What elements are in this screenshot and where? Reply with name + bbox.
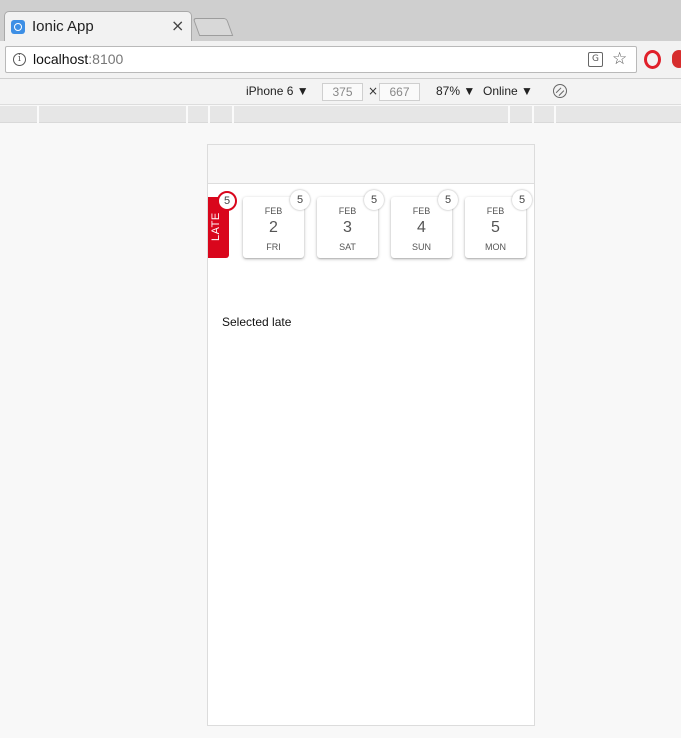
day-number: 5 [491, 219, 500, 236]
ruler-divider [554, 106, 556, 123]
day-weekday: MON [485, 242, 506, 252]
address-bar[interactable]: i localhost:8100 G ☆ [5, 46, 637, 73]
selected-text: Selected late [222, 315, 292, 329]
day-weekday: SAT [339, 242, 356, 252]
ruler-divider [532, 106, 534, 123]
day-card[interactable]: FEB 4 SUN 5 [391, 190, 458, 258]
ionic-favicon-icon [11, 20, 25, 34]
browser-tab-strip: Ionic App × [0, 0, 681, 43]
day-number: 4 [417, 219, 426, 236]
day-count-badge: 5 [512, 190, 532, 210]
network-select[interactable]: Online ▼ [483, 84, 533, 98]
extension-icon[interactable] [672, 50, 681, 68]
late-label: LATE [210, 212, 222, 241]
day-weekday: FRI [266, 242, 281, 252]
opera-extension-icon[interactable] [644, 50, 661, 69]
device-height-input[interactable]: 667 [379, 83, 420, 101]
day-count-badge: 5 [364, 190, 384, 210]
device-viewport: LATE 5 FEB 2 FRI 5 FEB 3 SAT 5 FEB 4 SUN… [207, 144, 535, 726]
zoom-select[interactable]: 87% ▼ [436, 84, 475, 98]
day-count-badge: 5 [290, 190, 310, 210]
device-toolbar: iPhone 6 ▼ 375 × 667 87% ▼ Online ▼ [0, 79, 681, 105]
url-port: :8100 [88, 51, 124, 67]
tab-close-icon[interactable]: × [171, 16, 184, 35]
ruler-divider [508, 106, 510, 123]
tab-title: Ionic App [32, 18, 94, 35]
day-card[interactable]: FEB 3 SAT 5 [317, 190, 384, 258]
app-header [208, 145, 534, 184]
day-number: 3 [343, 219, 352, 236]
bookmark-star-icon[interactable]: ☆ [612, 49, 627, 69]
day-count-badge: 5 [438, 190, 458, 210]
late-count-badge: 5 [217, 191, 237, 211]
new-tab-button[interactable] [192, 18, 234, 36]
ruler-divider [232, 106, 234, 123]
media-query-ruler[interactable] [0, 106, 681, 123]
info-icon[interactable]: i [13, 53, 26, 66]
device-width-input[interactable]: 375 [322, 83, 363, 101]
browser-tab[interactable]: Ionic App × [4, 11, 192, 43]
day-card[interactable]: FEB 2 FRI 5 [243, 190, 310, 258]
device-select[interactable]: iPhone 6 ▼ [246, 84, 309, 98]
day-weekday: SUN [411, 242, 431, 252]
dimension-separator: × [368, 84, 379, 98]
browser-toolbar: i localhost:8100 G ☆ [0, 41, 681, 79]
day-card[interactable]: FEB 5 MON 5 [465, 190, 532, 258]
url[interactable]: localhost:8100 [33, 51, 123, 67]
day-number: 2 [269, 219, 278, 236]
url-host: localhost [33, 51, 89, 67]
rotate-icon[interactable] [550, 81, 570, 101]
translate-icon[interactable]: G [588, 52, 603, 67]
ruler-divider [186, 106, 188, 123]
ruler-divider [208, 106, 210, 123]
ruler-divider [37, 106, 39, 123]
